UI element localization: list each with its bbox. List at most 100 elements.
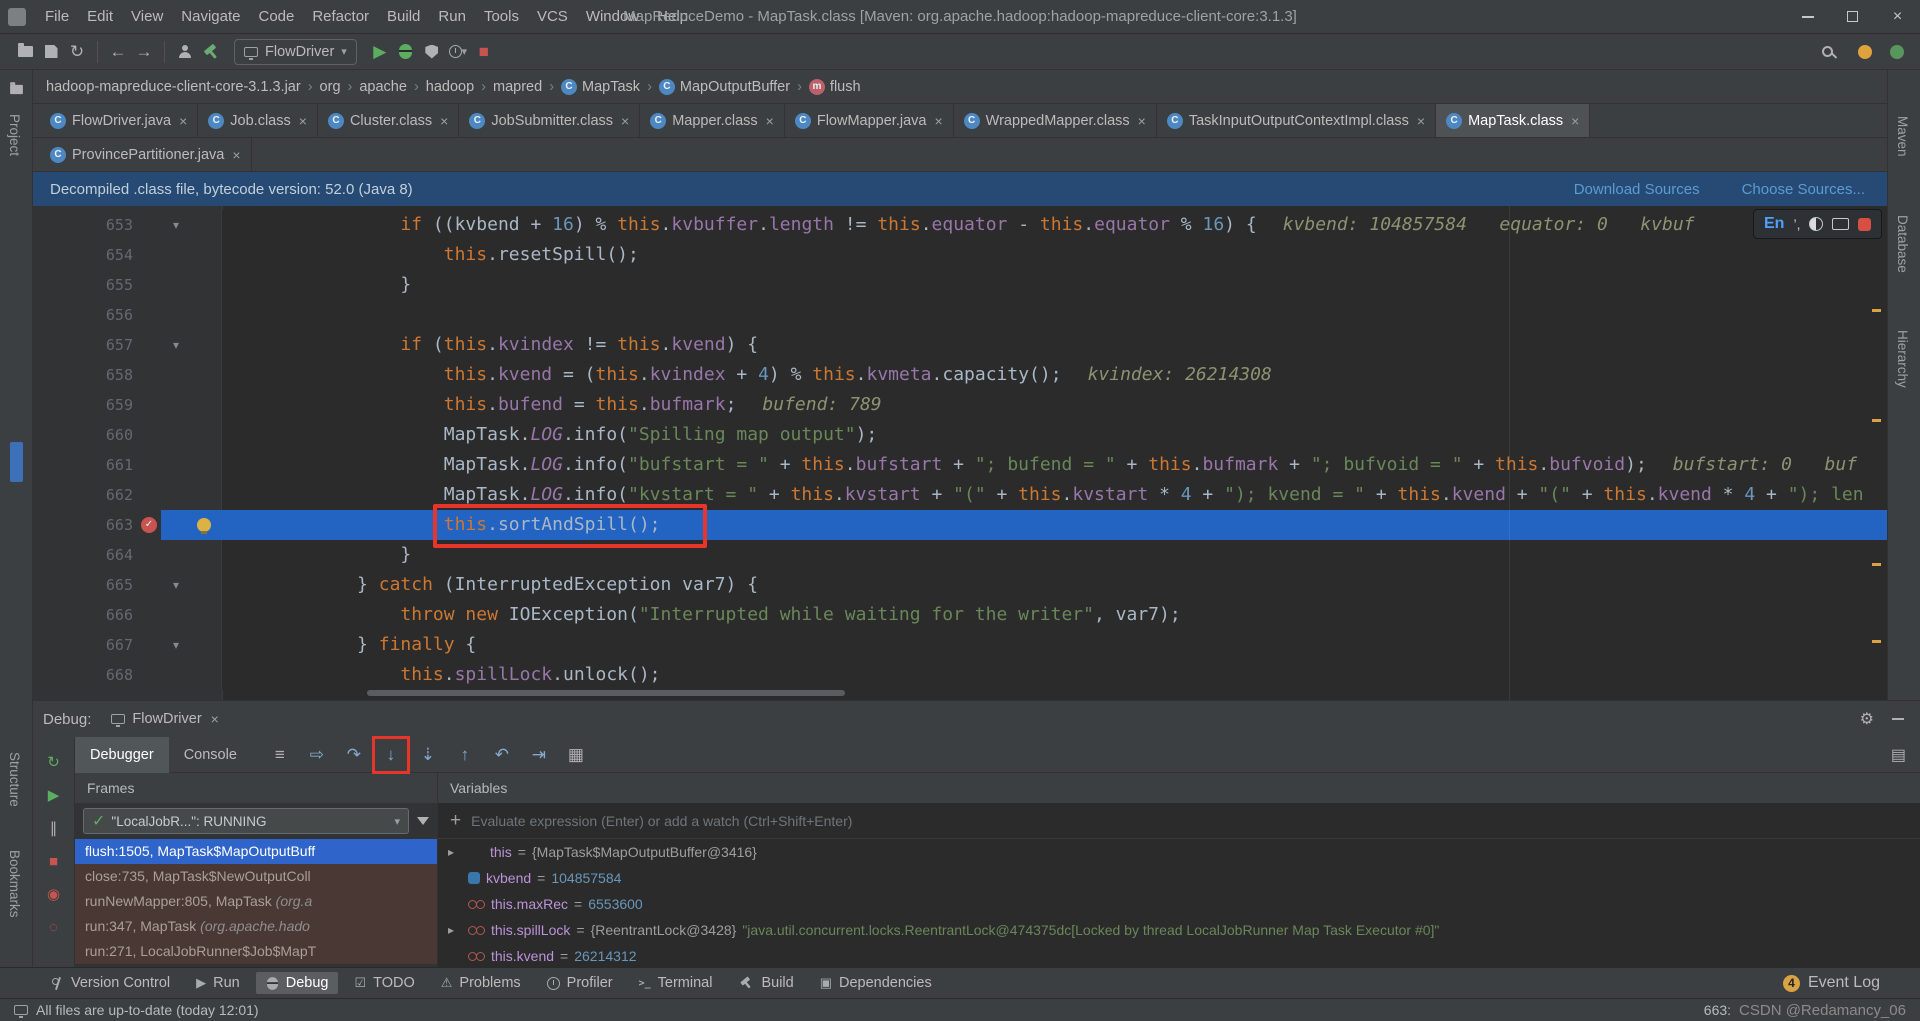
code-line-666[interactable]: 666 throw new IOException("Interrupted w… bbox=[33, 600, 1887, 630]
breakpoint-icon[interactable]: ✓ bbox=[141, 517, 157, 533]
open-icon[interactable] bbox=[12, 39, 38, 65]
variable-row[interactable]: this.kvend = 26214312 bbox=[438, 943, 1920, 967]
menu-build[interactable]: Build bbox=[378, 0, 429, 34]
editor-tab-job-class[interactable]: C Job.class × bbox=[198, 104, 318, 137]
line-number[interactable]: 653 bbox=[33, 210, 133, 240]
tab-close-icon[interactable]: × bbox=[1571, 113, 1579, 129]
debug-button[interactable] bbox=[393, 39, 419, 65]
variable-row[interactable]: kvbend = 104857584 bbox=[438, 865, 1920, 891]
line-number[interactable]: 667 bbox=[33, 630, 133, 660]
tab-close-icon[interactable]: × bbox=[440, 113, 448, 129]
line-number[interactable]: 661 bbox=[33, 450, 133, 480]
back-icon[interactable]: ← bbox=[105, 39, 131, 65]
breadcrumb-item[interactable]: hadoop-mapreduce-client-core-3.1.3.jar bbox=[46, 79, 301, 95]
breadcrumb-item[interactable]: org bbox=[320, 79, 341, 95]
pause-icon[interactable]: ∥ bbox=[43, 817, 65, 839]
drop-frame-icon[interactable]: ↶ bbox=[490, 743, 514, 767]
menu-navigate[interactable]: Navigate bbox=[172, 0, 249, 34]
step-over-icon[interactable]: ↷ bbox=[342, 743, 366, 767]
stop-button[interactable]: ■ bbox=[471, 39, 497, 65]
build-icon[interactable] bbox=[198, 39, 224, 65]
code-line-658[interactable]: 658 this.kvend = (this.kvindex + 4) % th… bbox=[33, 360, 1887, 390]
code-editor[interactable]: 653 ▾ if ((kvbend + 16) % this.kvbuffer.l… bbox=[33, 206, 1887, 700]
frame-row[interactable]: run:347, MapTask (org.apache.hado bbox=[75, 914, 437, 939]
line-number[interactable]: 655 bbox=[33, 270, 133, 300]
run-button[interactable]: ▶ bbox=[367, 39, 393, 65]
code-line-660[interactable]: 660 MapTask.LOG.info("Spilling map outpu… bbox=[33, 420, 1887, 450]
forward-icon[interactable]: → bbox=[131, 39, 157, 65]
tool-stripe-structure[interactable]: Structure bbox=[7, 752, 22, 807]
evaluate-expression-icon[interactable]: ▦ bbox=[564, 743, 588, 767]
settings-gear-icon[interactable]: ⚙ bbox=[1860, 709, 1874, 729]
line-number[interactable]: 659 bbox=[33, 390, 133, 420]
run-to-cursor-icon[interactable]: ⇥ bbox=[527, 743, 551, 767]
editor-tab-cluster-class[interactable]: C Cluster.class × bbox=[318, 104, 460, 137]
editor-tab-jobsubmitter-class[interactable]: C JobSubmitter.class × bbox=[459, 104, 641, 137]
code-line-668[interactable]: 668 this.spillLock.unlock(); bbox=[33, 660, 1887, 690]
breadcrumb-item[interactable]: hadoop bbox=[426, 79, 474, 95]
menu-edit[interactable]: Edit bbox=[78, 0, 122, 34]
error-stripe-mark[interactable] bbox=[1872, 640, 1881, 643]
editor-tab-wrappedmapper-class[interactable]: C WrappedMapper.class × bbox=[954, 104, 1157, 137]
debug-session-tab[interactable]: FlowDriver × bbox=[101, 701, 228, 737]
menu-view[interactable]: View bbox=[122, 0, 172, 34]
step-into-icon[interactable]: ↓ bbox=[371, 735, 410, 774]
line-number[interactable]: 668 bbox=[33, 660, 133, 690]
tab-close-icon[interactable]: × bbox=[1138, 113, 1146, 129]
line-number[interactable]: 662 bbox=[33, 480, 133, 510]
maximize-button[interactable] bbox=[1830, 0, 1875, 34]
editor-tab-maptask-class[interactable]: C MapTask.class × bbox=[1436, 104, 1591, 137]
layout-settings-icon[interactable]: ▤ bbox=[1891, 747, 1906, 764]
coverage-button[interactable] bbox=[419, 39, 445, 65]
restore-layout-icon[interactable]: ≡ bbox=[268, 743, 292, 767]
tool-stripe-bookmarks[interactable]: Bookmarks bbox=[7, 850, 22, 918]
line-number[interactable]: 666 bbox=[33, 600, 133, 630]
expand-arrow-icon[interactable]: ▸ bbox=[448, 923, 462, 937]
variable-row[interactable]: this.maxRec = 6553600 bbox=[438, 891, 1920, 917]
code-line-653[interactable]: 653 ▾ if ((kvbend + 16) % this.kvbuffer.l… bbox=[33, 210, 1887, 240]
code-line-655[interactable]: 655 } bbox=[33, 270, 1887, 300]
fold-icon[interactable]: ▾ bbox=[173, 210, 179, 240]
line-number[interactable]: 663 bbox=[33, 510, 133, 540]
menu-window[interactable]: Window bbox=[577, 0, 648, 34]
tab-debugger[interactable]: Debugger bbox=[75, 736, 169, 773]
tool-tab-debug[interactable]: Debug bbox=[255, 972, 339, 994]
code-line-654[interactable]: 654 this.resetSpill(); bbox=[33, 240, 1887, 270]
ime-skin-icon[interactable] bbox=[1858, 217, 1872, 231]
fold-icon[interactable]: ▾ bbox=[173, 630, 179, 660]
user-icon[interactable] bbox=[172, 39, 198, 65]
tool-tab-version-control[interactable]: Version Control bbox=[42, 972, 180, 994]
fold-icon[interactable]: ▾ bbox=[173, 570, 179, 600]
close-button[interactable]: × bbox=[1875, 0, 1920, 34]
line-number[interactable]: 664 bbox=[33, 540, 133, 570]
code-line-657[interactable]: 657 ▾ if (this.kvindex != this.kvend) { bbox=[33, 330, 1887, 360]
variable-row[interactable]: ▸ this = {MapTask$MapOutputBuffer@3416} bbox=[438, 839, 1920, 865]
hide-panel-icon[interactable] bbox=[1892, 718, 1904, 720]
tab-close-icon[interactable]: × bbox=[766, 113, 774, 129]
ime-halfwidth-icon[interactable] bbox=[1809, 217, 1824, 231]
rerun-icon[interactable]: ↻ bbox=[43, 751, 65, 773]
line-number[interactable]: 660 bbox=[33, 420, 133, 450]
error-stripe-mark[interactable] bbox=[1872, 563, 1881, 566]
editor-tab-flowmapper-java[interactable]: C FlowMapper.java × bbox=[785, 104, 954, 137]
ime-punctuation-indicator[interactable]: ’, bbox=[1793, 216, 1800, 232]
expand-arrow-icon[interactable]: ▸ bbox=[448, 845, 462, 859]
update-notification-icon[interactable] bbox=[1858, 44, 1872, 59]
code-line-667[interactable]: 667 ▾ } finally { bbox=[33, 630, 1887, 660]
stop-icon[interactable]: ■ bbox=[43, 850, 65, 872]
code-line-665[interactable]: 665 ▾ } catch (InterruptedException var7)… bbox=[33, 570, 1887, 600]
caret-position[interactable]: 663: bbox=[1704, 1002, 1731, 1018]
tab-close-icon[interactable]: × bbox=[299, 113, 307, 129]
plugin-status-icon[interactable] bbox=[1890, 44, 1904, 59]
menu-run[interactable]: Run bbox=[429, 0, 475, 34]
profiler-button[interactable]: ▾ bbox=[445, 39, 471, 65]
editor-tab-provincepartitioner-java[interactable]: C ProvincePartitioner.java × bbox=[40, 138, 252, 171]
line-number[interactable]: 665 bbox=[33, 570, 133, 600]
mute-breakpoints-icon[interactable]: ◌ bbox=[43, 916, 65, 938]
line-number[interactable]: 658 bbox=[33, 360, 133, 390]
tool-tab-build[interactable]: Build bbox=[728, 972, 803, 994]
breadcrumb-item[interactable]: C MapTask bbox=[561, 78, 640, 95]
run-configuration-select[interactable]: FlowDriver ▾ bbox=[234, 38, 357, 65]
show-execution-point-icon[interactable]: ⇨ bbox=[305, 743, 329, 767]
editor-tab-flowdriver-java[interactable]: C FlowDriver.java × bbox=[40, 104, 199, 137]
